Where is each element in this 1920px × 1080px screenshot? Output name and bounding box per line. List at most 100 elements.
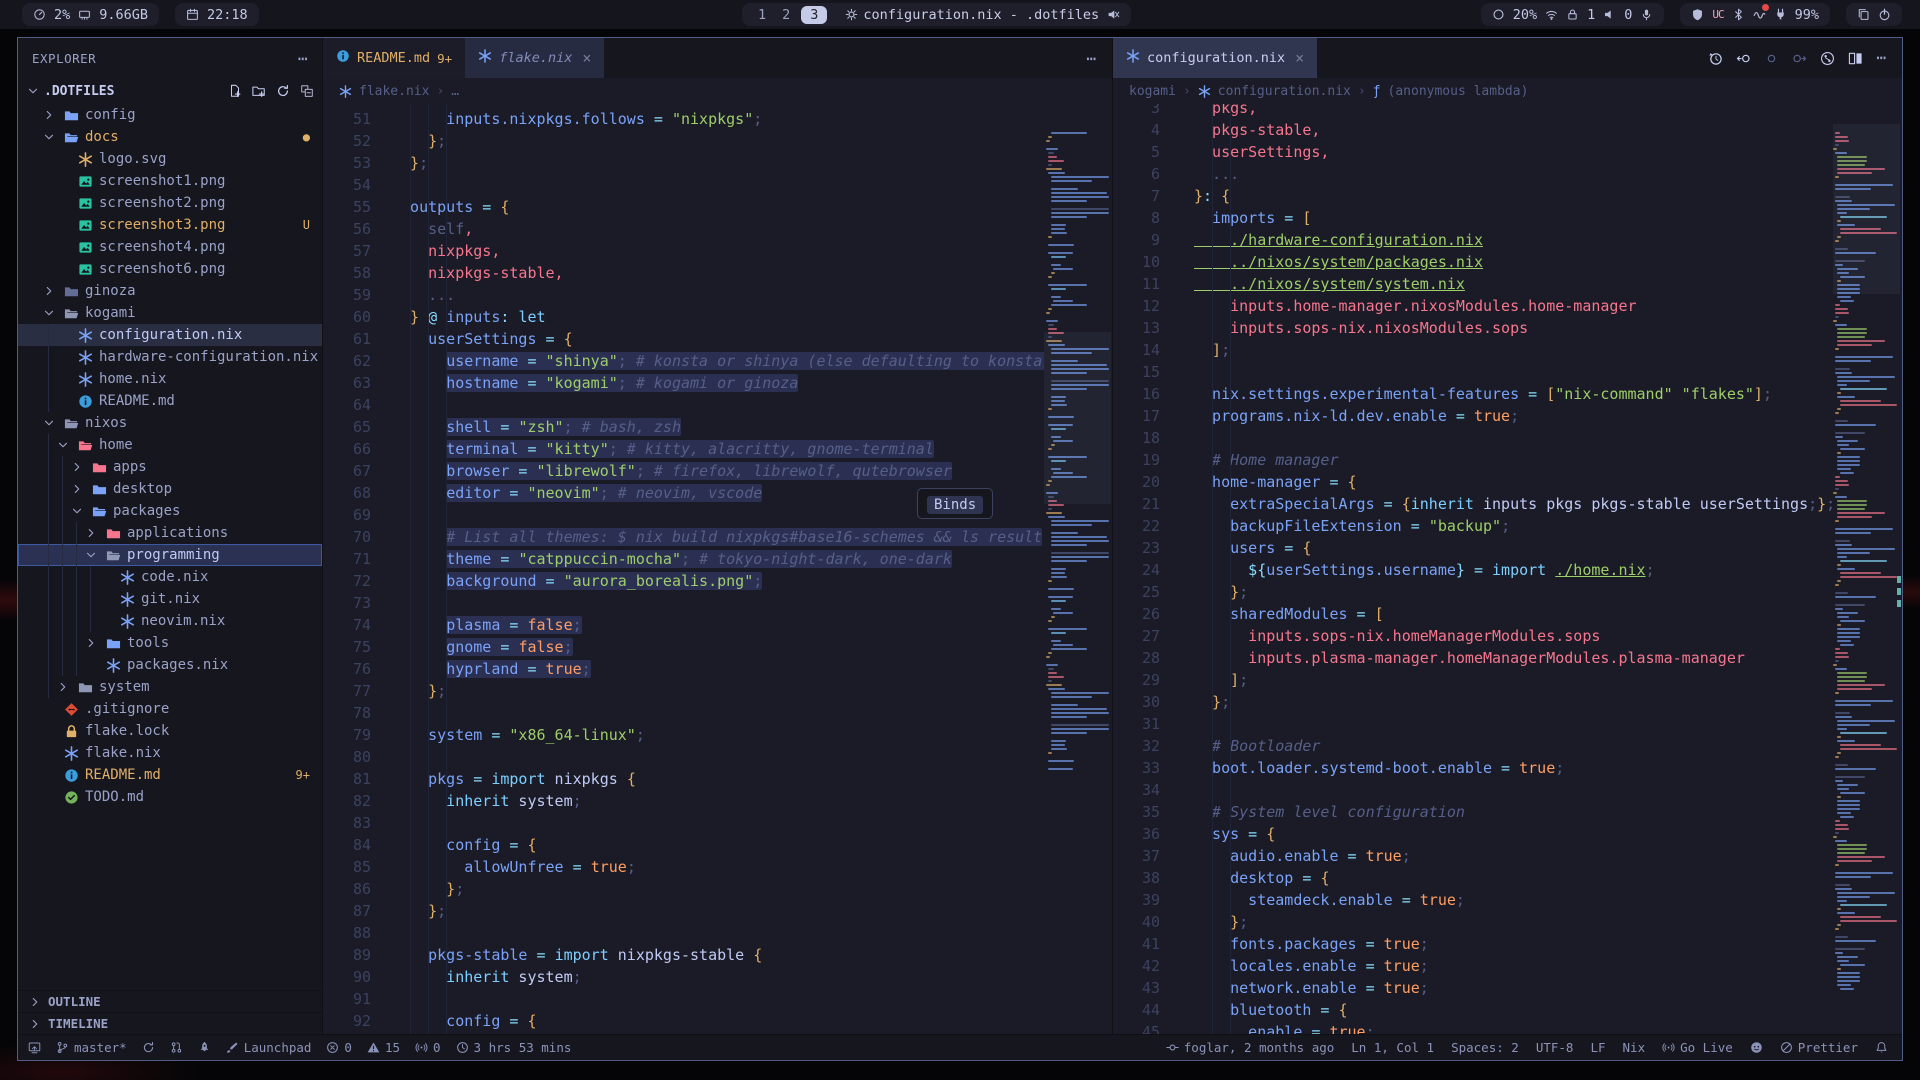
code-line-26[interactable]: 26 sharedModules = [ [1113, 603, 1833, 625]
eol-indicator[interactable]: LF [1590, 1040, 1605, 1055]
power-icon[interactable] [1878, 8, 1891, 21]
code-line-32[interactable]: 32 # Bootloader [1113, 735, 1833, 757]
code-line-52[interactable]: 52 }; [323, 130, 1044, 152]
code-line-55[interactable]: 55 outputs = { [323, 196, 1044, 218]
indentation-indicator[interactable]: Spaces: 2 [1451, 1040, 1519, 1055]
notifications-button[interactable] [1875, 1041, 1888, 1054]
tree-item-desktop[interactable]: desktop [18, 478, 322, 500]
code-line-9[interactable]: 9 ./hardware-configuration.nix [1113, 229, 1833, 251]
tab-configuration[interactable]: configuration.nix× [1113, 38, 1317, 78]
code-line-67[interactable]: 67 browser = "librewolf"; # firefox, lib… [323, 460, 1044, 482]
code-line-87[interactable]: 87 }; [323, 900, 1044, 922]
code-line-28[interactable]: 28 inputs.plasma-manager.homeManagerModu… [1113, 647, 1833, 669]
code-line-62[interactable]: 62 username = "shinya"; # konsta or shin… [323, 350, 1044, 372]
new-file-button[interactable] [228, 84, 242, 98]
code-line-77[interactable]: 77 }; [323, 680, 1044, 702]
tree-item-logo-svg[interactable]: logo.svg [18, 148, 322, 170]
right-breadcrumb[interactable]: kogami › configuration.nix › ƒ (anonymou… [1113, 78, 1902, 104]
code-line-80[interactable]: 80 [323, 746, 1044, 768]
code-line-89[interactable]: 89 pkgs-stable = import nixpkgs-stable { [323, 944, 1044, 966]
code-line-20[interactable]: 20 home-manager = { [1113, 471, 1833, 493]
tree-item-programming[interactable]: programming [18, 544, 322, 566]
chevron-down-icon[interactable] [41, 306, 57, 320]
code-line-42[interactable]: 42 locales.enable = true; [1113, 955, 1833, 977]
code-line-79[interactable]: 79 system = "x86_64-linux"; [323, 724, 1044, 746]
code-line-34[interactable]: 34 [1113, 779, 1833, 801]
code-line-18[interactable]: 18 [1113, 427, 1833, 449]
close-tab-icon[interactable]: × [1295, 49, 1304, 67]
session-pill[interactable] [1846, 3, 1902, 26]
code-line-11[interactable]: 11 ../nixos/system/system.nix [1113, 273, 1833, 295]
wakatime-indicator[interactable]: 3 hrs 53 mins [456, 1040, 572, 1055]
code-line-19[interactable]: 19 # Home manager [1113, 449, 1833, 471]
chevron-right-icon[interactable] [55, 680, 71, 694]
code-line-5[interactable]: 5 userSettings, [1113, 141, 1833, 163]
history-icon[interactable] [1708, 51, 1723, 66]
code-line-40[interactable]: 40 }; [1113, 911, 1833, 933]
code-line-76[interactable]: 76 hyprland = true; [323, 658, 1044, 680]
clock-pill[interactable]: 22:18 [175, 3, 259, 26]
code-line-56[interactable]: 56 self, [323, 218, 1044, 240]
tree-item-applications[interactable]: applications [18, 522, 322, 544]
code-line-63[interactable]: 63 hostname = "kogami"; # kogami or gino… [323, 372, 1044, 394]
outline-section[interactable]: OUTLINE [18, 990, 322, 1012]
system-stats-pill[interactable]: 2% 9.66GB [22, 3, 159, 26]
code-line-64[interactable]: 64 [323, 394, 1044, 416]
code-line-12[interactable]: 12 inputs.home-manager.nixosModules.home… [1113, 295, 1833, 317]
code-line-71[interactable]: 71 theme = "catppuccin-mocha"; # tokyo-n… [323, 548, 1044, 570]
tree-item-readme-md[interactable]: README.md9+ [18, 764, 322, 786]
chevron-right-icon[interactable] [69, 460, 85, 474]
more-icon[interactable]: ⋯ [1876, 50, 1886, 66]
close-tab-icon[interactable]: × [582, 49, 591, 67]
code-line-84[interactable]: 84 config = { [323, 834, 1044, 856]
code-line-61[interactable]: 61 userSettings = { [323, 328, 1044, 350]
code-line-24[interactable]: 24 ${userSettings.username} = import ./h… [1113, 559, 1833, 581]
tree-item-screenshot1-png[interactable]: screenshot1.png [18, 170, 322, 192]
code-line-86[interactable]: 86 }; [323, 878, 1044, 900]
code-line-15[interactable]: 15 [1113, 361, 1833, 383]
code-line-88[interactable]: 88 [323, 922, 1044, 944]
prettier-button[interactable]: Prettier [1780, 1040, 1858, 1055]
tree-item-screenshot6-png[interactable]: screenshot6.png [18, 258, 322, 280]
speaker-muted-icon[interactable] [1107, 8, 1120, 21]
code-line-6[interactable]: 6 ... [1113, 163, 1833, 185]
tree-item-tools[interactable]: tools [18, 632, 322, 654]
tree-item-screenshot3-png[interactable]: screenshot3.pngU [18, 214, 322, 236]
code-line-23[interactable]: 23 users = { [1113, 537, 1833, 559]
git-blame-indicator[interactable]: foglar, 2 months ago [1166, 1040, 1335, 1055]
code-line-43[interactable]: 43 network.enable = true; [1113, 977, 1833, 999]
code-line-7[interactable]: 7}: { [1113, 185, 1833, 207]
code-line-36[interactable]: 36 sys = { [1113, 823, 1833, 845]
breadcrumb-symbol[interactable]: (anonymous lambda) [1388, 84, 1529, 99]
tree-item-packages[interactable]: packages [18, 500, 322, 522]
code-line-92[interactable]: 92 config = { [323, 1010, 1044, 1032]
code-line-81[interactable]: 81 pkgs = import nixpkgs { [323, 768, 1044, 790]
tree-item-packages-nix[interactable]: packages.nix [18, 654, 322, 676]
code-line-3[interactable]: 3 pkgs, [1113, 104, 1833, 119]
chevron-down-icon[interactable] [69, 504, 85, 518]
workspace-1[interactable]: 1 [753, 7, 771, 23]
tree-item-nixos[interactable]: nixos [18, 412, 322, 434]
minimap-slider[interactable] [1833, 124, 1900, 294]
code-line-60[interactable]: 60 } @ inputs: let [323, 306, 1044, 328]
prev-change-icon[interactable] [1736, 51, 1751, 66]
tree-item-neovim-nix[interactable]: neovim.nix [18, 610, 322, 632]
code-line-27[interactable]: 27 inputs.sops-nix.homeManagerModules.so… [1113, 625, 1833, 647]
chevron-right-icon[interactable] [83, 526, 99, 540]
code-line-38[interactable]: 38 desktop = { [1113, 867, 1833, 889]
minimap-slider[interactable] [1044, 332, 1111, 504]
code-line-22[interactable]: 22 backupFileExtension = "backup"; [1113, 515, 1833, 537]
code-line-85[interactable]: 85 allowUnfree = true; [323, 856, 1044, 878]
breadcrumb-folder[interactable]: kogami [1129, 84, 1176, 99]
chevron-down-icon[interactable] [26, 84, 40, 98]
code-line-58[interactable]: 58 nixpkgs-stable, [323, 262, 1044, 284]
code-line-10[interactable]: 10 ../nixos/system/packages.nix [1113, 251, 1833, 273]
code-line-21[interactable]: 21 extraSpecialArgs = {inherit inputs pk… [1113, 493, 1833, 515]
launchpad-button[interactable]: Launchpad [226, 1040, 312, 1055]
code-line-57[interactable]: 57 nixpkgs, [323, 240, 1044, 262]
code-line-78[interactable]: 78 [323, 702, 1044, 724]
left-breadcrumb[interactable]: flake.nix › … [323, 78, 1112, 104]
tree-item-flake-lock[interactable]: flake.lock [18, 720, 322, 742]
refresh-explorer-button[interactable] [276, 84, 290, 98]
errors-indicator[interactable]: 0 [326, 1040, 352, 1055]
